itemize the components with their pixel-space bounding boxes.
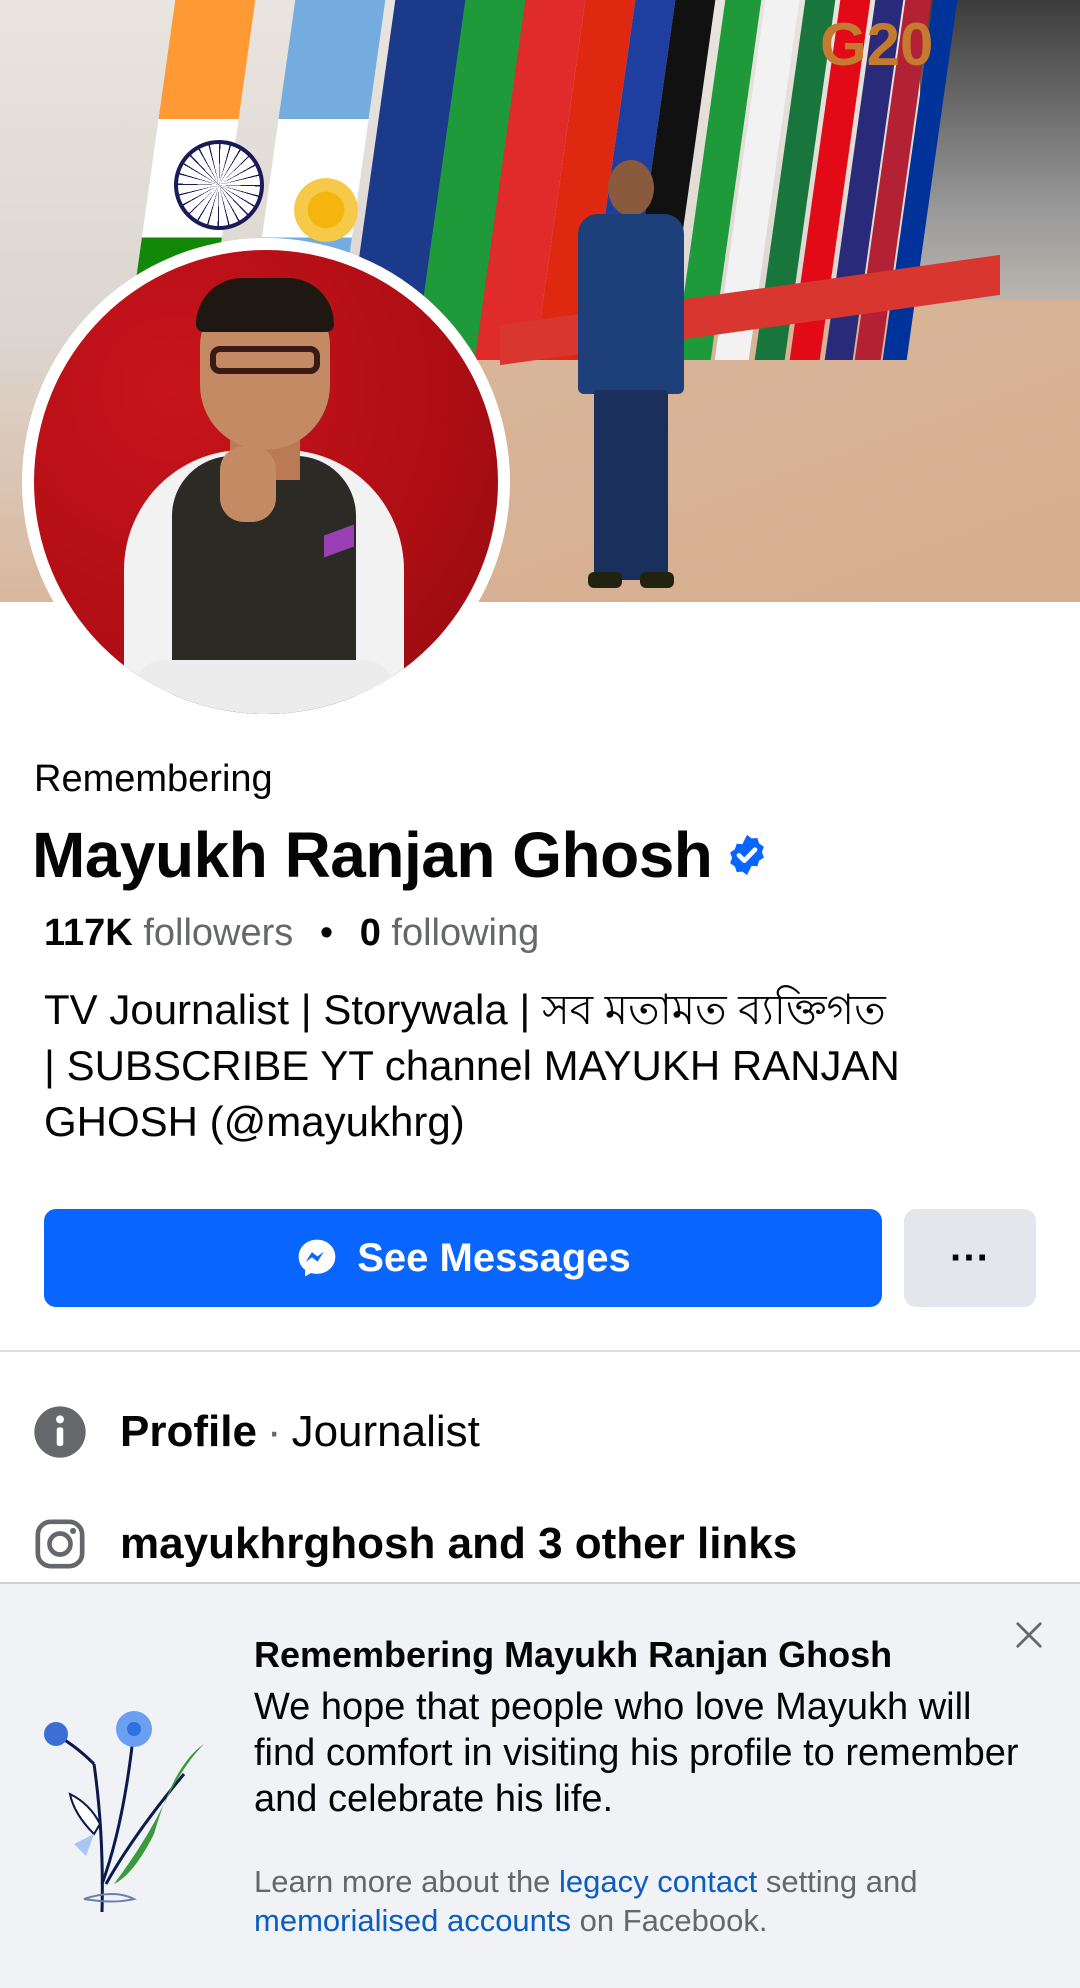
- memorial-status-label: Remembering: [34, 758, 273, 800]
- instagram-icon: [35, 1519, 85, 1569]
- sun-emblem: [294, 178, 358, 242]
- stats-separator: •: [319, 912, 334, 954]
- profile-name: Mayukh Ranjan Ghosh: [32, 819, 713, 891]
- profile-category: Journalist: [291, 1407, 480, 1456]
- profile-category-row[interactable]: Profile · Journalist: [32, 1404, 480, 1460]
- profile-bio: TV Journalist | Storywala | সব মতামত ব্য…: [44, 982, 1024, 1150]
- memorialised-accounts-link[interactable]: memorialised accounts: [254, 1903, 571, 1938]
- following-count[interactable]: 0: [360, 912, 381, 954]
- more-options-button[interactable]: ···: [904, 1209, 1036, 1307]
- followers-label[interactable]: followers: [143, 912, 293, 954]
- see-messages-label: See Messages: [357, 1235, 631, 1280]
- chakra-emblem: [174, 140, 264, 230]
- profile-separator: ·: [266, 1407, 282, 1456]
- profile-label: Profile: [120, 1407, 257, 1456]
- followers-count[interactable]: 117K: [44, 912, 133, 954]
- profile-avatar[interactable]: [22, 238, 510, 726]
- memorial-body: We hope that people who love Mayukh will…: [254, 1686, 1019, 1820]
- bio-line: GHOSH (@mayukhrg): [44, 1098, 465, 1145]
- verified-badge-icon: [730, 834, 765, 876]
- memorial-card: Remembering Mayukh Ranjan Ghosh We hope …: [0, 1582, 1080, 1988]
- memorial-title: Remembering Mayukh Ranjan Ghosh: [254, 1634, 893, 1675]
- close-icon[interactable]: [1014, 1620, 1044, 1650]
- messenger-icon: [298, 1239, 336, 1277]
- cover-person: [560, 160, 700, 600]
- footer-text: on Facebook.: [571, 1903, 768, 1938]
- footer-text: setting and: [757, 1864, 918, 1899]
- following-label[interactable]: following: [391, 912, 539, 954]
- g20-sign: G20: [820, 11, 934, 78]
- section-divider: [0, 1350, 1080, 1352]
- memorial-footer: Learn more about the legacy contact sett…: [254, 1862, 1044, 1940]
- see-messages-button[interactable]: See Messages: [44, 1209, 882, 1307]
- info-icon: [34, 1406, 86, 1458]
- profile-name-row: Mayukh Ranjan Ghosh: [32, 818, 770, 892]
- footer-text: Learn more about the: [254, 1864, 560, 1899]
- flower-illustration: [44, 1711, 204, 1913]
- follow-stats: 117K followers • 0 following: [44, 912, 539, 955]
- legacy-contact-link[interactable]: legacy contact: [559, 1864, 757, 1899]
- more-options-icon: ···: [950, 1235, 990, 1280]
- bio-line: TV Journalist | Storywala | সব মতামত ব্য…: [44, 986, 886, 1033]
- bio-line: | SUBSCRIBE YT channel MAYUKH RANJAN: [44, 1042, 900, 1089]
- links-row[interactable]: mayukhrghosh and 3 other links: [32, 1516, 797, 1572]
- links-text: mayukhrghosh and 3 other links: [120, 1519, 798, 1568]
